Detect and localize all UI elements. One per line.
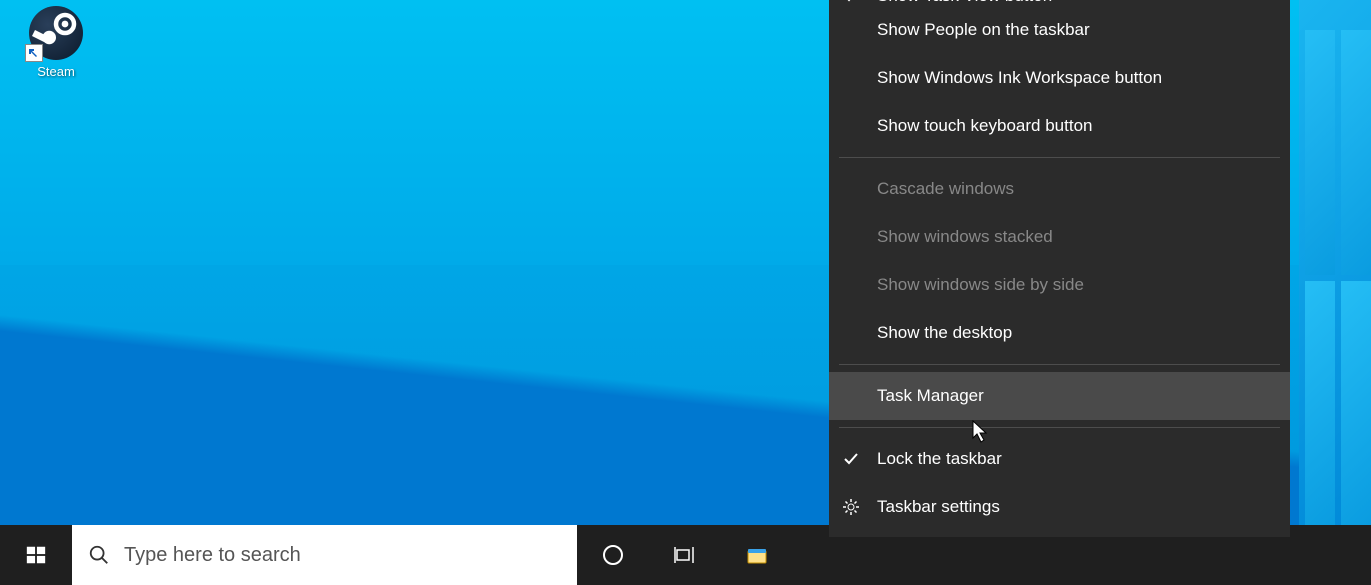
menu-item-stack-windows: Show windows stacked [829, 213, 1290, 261]
gear-icon [841, 497, 861, 517]
wallpaper-window-glyph [1299, 0, 1371, 525]
menu-item-show-touch-keyboard[interactable]: Show touch keyboard button [829, 102, 1290, 150]
menu-item-cascade-windows: Cascade windows [829, 165, 1290, 213]
menu-item-show-people[interactable]: Show People on the taskbar [829, 6, 1290, 54]
taskbar-context-menu: Show Task View button Show People on the… [829, 0, 1290, 537]
task-view-icon [673, 543, 697, 567]
start-button[interactable] [0, 525, 72, 585]
menu-separator [839, 427, 1280, 428]
cortana-icon [601, 543, 625, 567]
cortana-button[interactable] [577, 525, 649, 585]
menu-separator [839, 157, 1280, 158]
menu-item-show-ink-workspace[interactable]: Show Windows Ink Workspace button [829, 54, 1290, 102]
windows-logo-icon [25, 544, 47, 566]
folder-icon [745, 543, 769, 567]
menu-item-show-desktop[interactable]: Show the desktop [829, 309, 1290, 357]
menu-item-side-by-side: Show windows side by side [829, 261, 1290, 309]
menu-separator [839, 364, 1280, 365]
search-icon [88, 544, 110, 566]
menu-item-taskbar-settings[interactable]: Taskbar settings [829, 483, 1290, 531]
file-explorer-button[interactable] [721, 525, 793, 585]
check-icon [841, 449, 861, 469]
taskbar-search[interactable]: Type here to search [72, 525, 577, 585]
shortcut-arrow-icon [25, 44, 43, 62]
desktop-icon-steam[interactable]: Steam [18, 6, 94, 79]
menu-item-task-manager[interactable]: Task Manager [829, 372, 1290, 420]
steam-icon [29, 6, 83, 60]
desktop-icon-label: Steam [18, 64, 94, 79]
menu-item-lock-taskbar[interactable]: Lock the taskbar [829, 435, 1290, 483]
task-view-button[interactable] [649, 525, 721, 585]
search-placeholder: Type here to search [124, 544, 301, 567]
